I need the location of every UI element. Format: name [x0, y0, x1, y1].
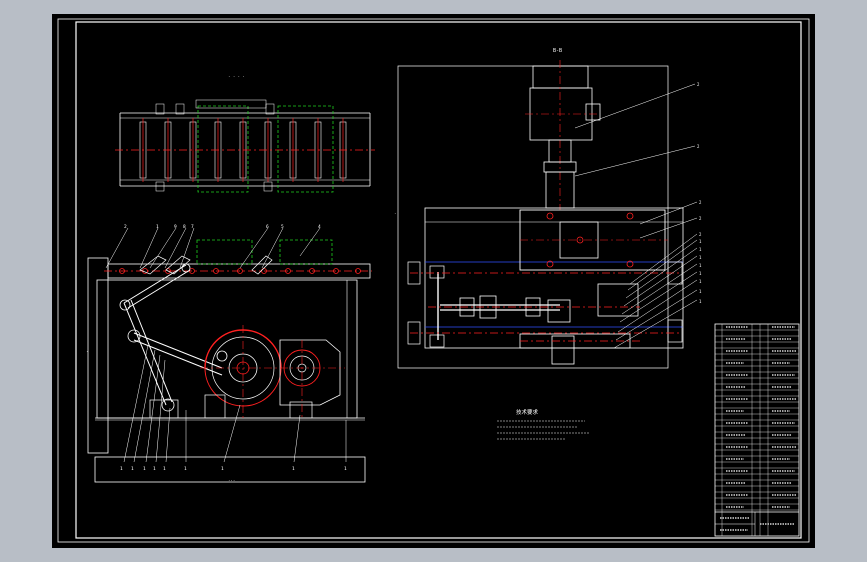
svg-text:·: ·: [394, 211, 396, 216]
svg-text:8: 8: [183, 224, 186, 230]
svg-text:7: 7: [191, 224, 194, 230]
section-label: B-B: [553, 48, 562, 54]
svg-text:1: 1: [131, 466, 134, 472]
cad-drawing-canvas: · · · · · ··· 2 1 9 8 7 6 5 4 1 1 1 1 1 …: [52, 14, 815, 548]
svg-text:1: 1: [292, 466, 295, 472]
svg-text:1: 1: [184, 466, 187, 472]
svg-text:·: ·: [86, 349, 88, 354]
top-view-label: · · · ·: [228, 74, 245, 79]
svg-text:6: 6: [266, 224, 269, 230]
svg-text:5: 5: [281, 224, 284, 230]
svg-text:4: 4: [318, 224, 321, 230]
svg-text:2: 2: [124, 224, 127, 230]
svg-text:9: 9: [174, 224, 177, 230]
svg-text:1: 1: [143, 466, 146, 472]
svg-text:1: 1: [221, 466, 224, 472]
svg-text:1: 1: [153, 466, 156, 472]
svg-text:1: 1: [344, 466, 347, 472]
svg-text:···: ···: [228, 478, 235, 483]
svg-text:1: 1: [120, 466, 123, 472]
svg-text:1: 1: [163, 466, 166, 472]
technical-requirements-title: 技术要求: [516, 408, 539, 416]
svg-text:1: 1: [156, 224, 159, 230]
